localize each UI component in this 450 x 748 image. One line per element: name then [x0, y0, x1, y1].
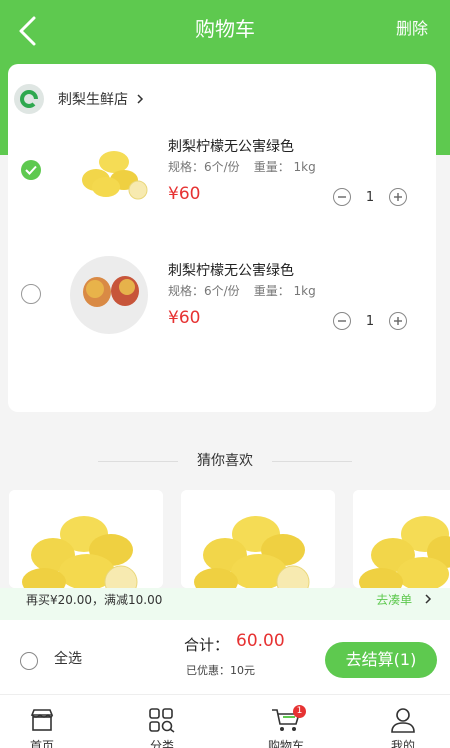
- product-image: [9, 490, 163, 588]
- minus-icon: [338, 320, 346, 322]
- checkout-bar: 全选 合计： 60.00 已优惠：10元 去结算(1): [0, 620, 450, 694]
- divider: [272, 461, 352, 462]
- quantity-value[interactable]: 1: [351, 314, 389, 329]
- product-price: ¥60: [168, 184, 201, 204]
- plus-button[interactable]: [389, 188, 407, 206]
- check-icon: [25, 165, 37, 175]
- store-row[interactable]: 刺梨生鲜店: [14, 82, 144, 116]
- tab-label: 我的: [390, 739, 415, 748]
- cart-card: 刺梨生鲜店 刺梨柠檬无公害绿色 规格：6个/份 重量： 1kg ¥60 1 刺梨…: [8, 64, 436, 412]
- add-more-link[interactable]: 去凑单: [376, 588, 432, 612]
- total-label: 合计：: [184, 636, 230, 654]
- discount-label: 已优惠：10元: [186, 664, 255, 677]
- chevron-right-icon: [137, 94, 144, 104]
- product-spec: 规格：6个/份 重量： 1kg: [168, 282, 330, 299]
- recommend-product-card[interactable]: [181, 490, 335, 588]
- product-image: [353, 490, 450, 588]
- product-title[interactable]: 刺梨柠檬无公害绿色: [168, 136, 294, 156]
- store-logo: [14, 84, 44, 114]
- recommend-title: 猜你喜欢: [197, 453, 253, 469]
- plus-icon: [394, 193, 402, 201]
- tab-label: 购物车: [267, 739, 304, 748]
- cart-item: 刺梨柠檬无公害绿色 规格：6个/份 重量： 1kg ¥60 1: [8, 256, 436, 360]
- plus-icon: [394, 317, 402, 325]
- recommend-product-card[interactable]: [353, 490, 450, 588]
- product-spec: 规格：6个/份 重量： 1kg: [168, 158, 330, 175]
- recommend-product-card[interactable]: [9, 490, 163, 588]
- product-title[interactable]: 刺梨柠檬无公害绿色: [168, 260, 294, 280]
- promo-bar: 再买¥20.00，满减10.00 去凑单: [0, 588, 450, 620]
- weight-text: 重量： 1kg: [253, 160, 316, 174]
- tab-label: 分类: [149, 739, 174, 748]
- weight-text: 重量： 1kg: [253, 284, 316, 298]
- select-all-label[interactable]: 全选: [54, 648, 82, 668]
- chevron-right-icon: [425, 594, 432, 604]
- tab-profile[interactable]: 我的: [347, 695, 450, 748]
- cart-badge: 1: [293, 705, 306, 718]
- tab-category[interactable]: 分类: [106, 695, 218, 748]
- category-icon: [149, 708, 175, 733]
- tab-cart[interactable]: 1 购物车: [230, 695, 342, 748]
- add-more-label: 去凑单: [376, 593, 413, 607]
- tab-home[interactable]: 首页: [0, 695, 98, 748]
- minus-button[interactable]: [333, 312, 351, 330]
- delete-button[interactable]: 删除: [396, 16, 428, 42]
- minus-icon: [338, 196, 346, 198]
- spec-text: 规格：6个/份: [168, 160, 240, 174]
- product-image[interactable]: [68, 132, 150, 210]
- item-checkbox[interactable]: [21, 284, 41, 304]
- tab-bar: 首页 分类 1 购物车 我的: [0, 694, 450, 748]
- quantity-value[interactable]: 1: [351, 190, 389, 205]
- recommend-header: 猜你喜欢: [0, 449, 450, 473]
- quantity-stepper: 1: [333, 188, 407, 206]
- store-name: 刺梨生鲜店: [58, 92, 128, 108]
- page-title: 购物车: [195, 17, 255, 41]
- product-image: [181, 490, 335, 588]
- item-checkbox[interactable]: [21, 160, 41, 180]
- cart-item: 刺梨柠檬无公害绿色 规格：6个/份 重量： 1kg ¥60 1: [8, 132, 436, 236]
- user-icon: [391, 708, 415, 733]
- promo-text: 再买¥20.00，满减10.00: [26, 593, 163, 607]
- tab-label: 首页: [29, 739, 54, 748]
- spec-text: 规格：6个/份: [168, 284, 240, 298]
- quantity-stepper: 1: [333, 312, 407, 330]
- product-image[interactable]: [68, 256, 150, 334]
- store-icon: [30, 709, 54, 731]
- total-value: 60.00: [236, 631, 285, 651]
- checkout-button[interactable]: 去结算(1): [325, 642, 437, 678]
- product-price: ¥60: [168, 308, 201, 328]
- minus-button[interactable]: [333, 188, 351, 206]
- select-all-checkbox[interactable]: [20, 652, 38, 670]
- plus-button[interactable]: [389, 312, 407, 330]
